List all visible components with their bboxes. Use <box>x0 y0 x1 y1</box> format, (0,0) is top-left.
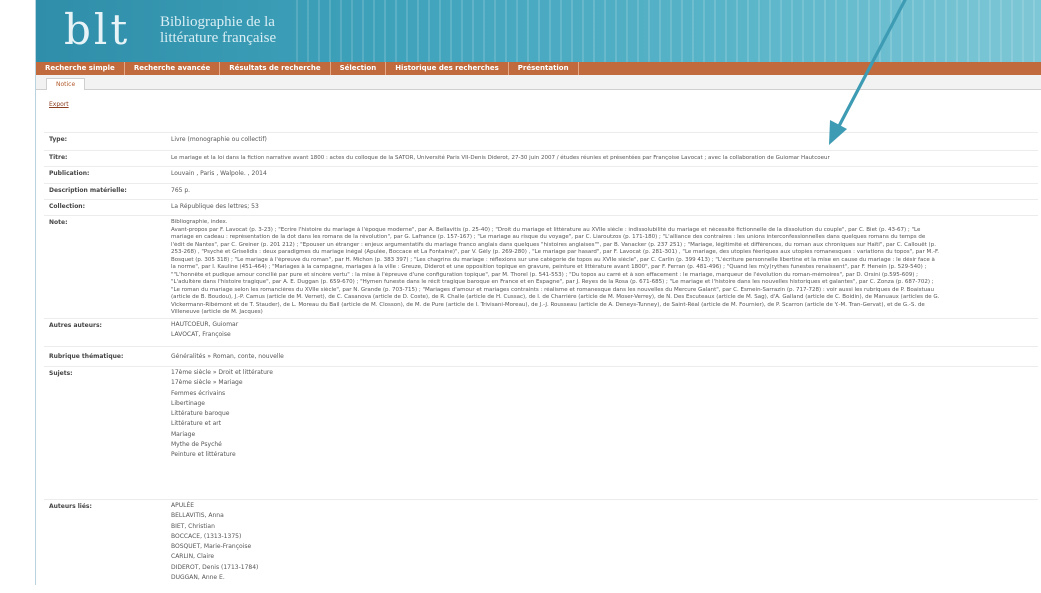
arrow-shaft <box>836 0 907 130</box>
screenshot-canvas: blt Bibliographie de la littérature fran… <box>0 0 1041 593</box>
annotation-arrow-icon <box>829 0 907 145</box>
arrow-head <box>829 120 847 145</box>
